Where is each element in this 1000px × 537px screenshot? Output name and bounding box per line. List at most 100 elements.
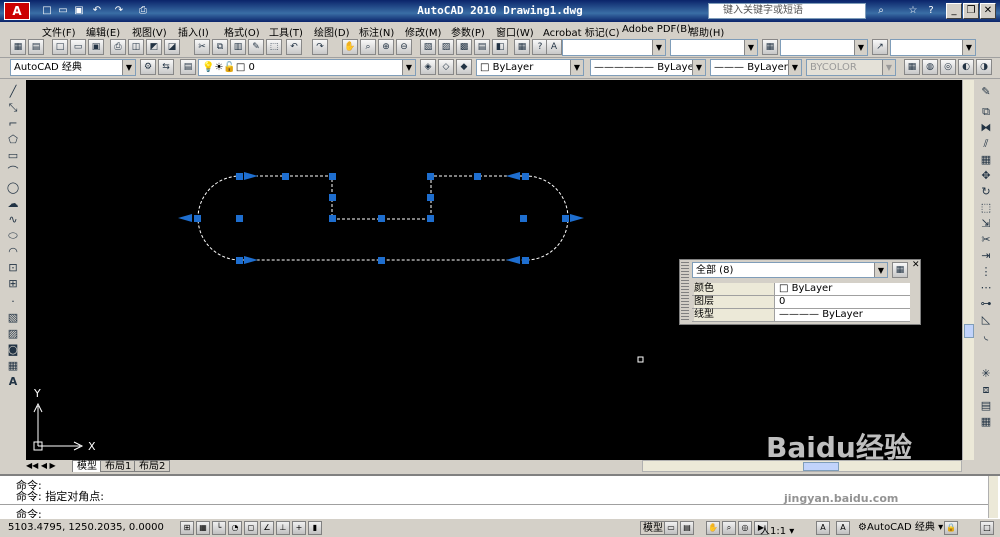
prop-value[interactable]: 0 [774,296,910,308]
fillet-icon[interactable]: ◟ [978,328,994,344]
layer-previous-icon[interactable]: ◇ [438,59,454,75]
grip-arrow[interactable] [506,172,520,180]
grip[interactable] [520,215,527,222]
scale-icon[interactable]: ⬚ [978,200,994,216]
rotate-icon[interactable]: ↻ [978,184,994,200]
redo-icon[interactable]: ↷ [112,4,126,18]
grip-arrow[interactable] [244,172,258,180]
properties-icon[interactable]: ▧ [420,39,436,55]
osnap-button[interactable]: ◻ [244,521,258,535]
preview-icon[interactable]: ◫ [128,39,144,55]
prop-row-color[interactable]: 颜色 □ ByLayer [692,283,910,296]
polyline-icon[interactable]: ⌐ [5,116,21,132]
annotation-icon[interactable]: A [546,39,562,55]
customize-icon[interactable]: ▦ [892,262,908,278]
prop-row-layer[interactable]: 图层 0 [692,296,910,309]
polygon-icon[interactable]: ⬠ [5,132,21,148]
match-prop-icon[interactable]: ✎ [248,39,264,55]
walk-icon[interactable]: ▦ [978,414,994,430]
insert-block-icon[interactable]: ⊡ [5,260,21,276]
grip[interactable] [427,194,434,201]
prop-value[interactable]: ———— ByLayer [774,309,910,321]
markup-icon[interactable]: ◧ [492,39,508,55]
menu-help[interactable]: 帮助(H) [689,24,724,39]
clean-screen-icon[interactable]: □ [980,521,994,535]
panel-grip[interactable] [681,262,689,322]
model-button[interactable]: 模型 [640,521,666,535]
trim-icon[interactable]: ✂ [978,232,994,248]
table-style-icon[interactable]: ▦ [762,39,778,55]
rectangle-icon[interactable]: ▭ [5,148,21,164]
prop-value[interactable]: □ ByLayer [774,283,910,295]
hatch-icon[interactable]: ▧ [5,310,21,326]
menu-draw[interactable]: 绘图(D) [314,24,350,39]
table-style-dropdown[interactable]: ▼ [780,39,868,56]
new-icon[interactable]: □ [40,4,54,18]
grip-arrow[interactable] [570,214,584,222]
redo-tool-icon[interactable]: ↷ [312,39,328,55]
grip[interactable] [329,194,336,201]
menu-dimension[interactable]: 标注(N) [359,24,394,39]
grip[interactable] [427,215,434,222]
render-icon-3[interactable]: ◎ [940,59,956,75]
save-file-icon[interactable]: ▣ [88,39,104,55]
revcloud-icon[interactable]: ☁ [5,196,21,212]
grip[interactable] [329,215,336,222]
tab-layout1[interactable]: 布局1 [100,460,137,472]
region-icon[interactable]: ◙ [5,342,21,358]
layer-dropdown[interactable]: 💡☀🔓□ 0 ▼ [198,59,416,76]
plot-icon[interactable]: ⎙ [110,39,126,55]
extend-icon[interactable]: ⇥ [978,248,994,264]
mleader-style-icon[interactable]: ↗ [872,39,888,55]
workspace-settings-icon[interactable]: ⚙ [140,59,156,75]
break-point-icon[interactable]: ⋮ [978,264,994,280]
grip[interactable] [378,215,385,222]
line-icon[interactable]: ╱ [5,84,21,100]
qnew-icon[interactable]: □ [52,39,68,55]
grip[interactable] [562,215,569,222]
calculator-icon[interactable]: ▦ [514,39,530,55]
grip[interactable] [427,173,434,180]
star-icon[interactable]: ☆ [906,4,920,18]
grip[interactable] [522,257,529,264]
text-style-dropdown[interactable]: ▼ [562,39,666,56]
grip-arrow[interactable] [506,256,520,264]
render-icon-1[interactable]: ▦ [904,59,920,75]
menu-view[interactable]: 视图(V) [132,24,167,39]
zoom-window-icon[interactable]: ⊕ [378,39,394,55]
menu-format[interactable]: 格式(O) [224,24,260,39]
annotation-scale[interactable]: 人1:1 ▾ [758,522,794,537]
menu-modify[interactable]: 修改(M) [405,24,441,39]
menu-parametric[interactable]: 参数(P) [451,24,485,39]
move-icon[interactable]: ✥ [978,168,994,184]
publish-icon[interactable]: ◩ [146,39,162,55]
dim-style-dropdown[interactable]: ▼ [670,39,758,56]
grip-arrow[interactable] [244,256,258,264]
minimize-button[interactable]: _ [946,3,962,19]
circle-icon[interactable]: ◯ [5,180,21,196]
otrack-button[interactable]: ∠ [260,521,274,535]
pan-status-icon[interactable]: ✋ [706,521,720,535]
menu-edit[interactable]: 编辑(E) [86,24,120,39]
lweight-button[interactable]: ▮ [308,521,322,535]
layer-tool-icon[interactable]: ▤ [978,398,994,414]
workspace-switch[interactable]: ⚙AutoCAD 经典 ▾ [858,521,943,535]
help-icon[interactable]: ? [924,4,938,18]
grip[interactable] [522,173,529,180]
offset-icon[interactable]: ⫽ [978,136,994,152]
chamfer-icon[interactable]: ◺ [978,312,994,328]
menu-file[interactable]: 文件(F) [42,24,76,39]
menu-adobe-pdf[interactable]: Adobe PDF(B) [622,24,691,35]
grip-arrow[interactable] [178,214,192,222]
erase-icon[interactable]: ✎ [978,84,994,100]
scroll-thumb[interactable] [803,462,839,471]
grip[interactable] [378,257,385,264]
ellipse-arc-icon[interactable]: ◠ [5,244,21,260]
tab-model[interactable]: 模型 [72,460,102,472]
layer-states-icon[interactable]: ◆ [456,59,472,75]
grip[interactable] [329,173,336,180]
zoom-status-icon[interactable]: ⌕ [722,521,736,535]
polar-button[interactable]: ◔ [228,521,242,535]
block-editor-icon[interactable]: ⬚ [266,39,282,55]
grid-button[interactable]: ▦ [196,521,210,535]
